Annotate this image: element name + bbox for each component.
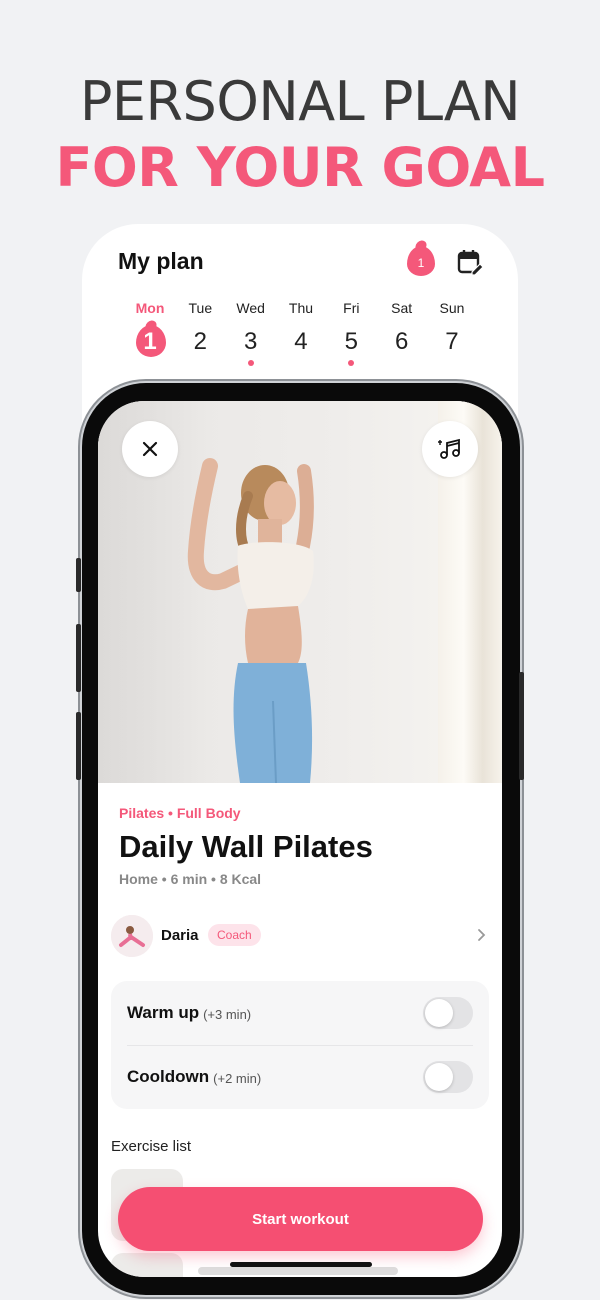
day-name: Thu [288, 300, 314, 316]
headline-line-1: PERSONAL PLAN [79, 70, 521, 133]
day-tue[interactable]: Tue 2 [175, 300, 225, 366]
day-name: Fri [343, 300, 360, 316]
day-date: 7 [445, 328, 459, 355]
workout-title: Daily Wall Pilates [119, 829, 373, 864]
exercise-thumbnail[interactable] [111, 1253, 183, 1277]
day-date-wrap: 2 [175, 326, 225, 358]
phone-side-button [76, 558, 81, 592]
day-name: Sun [439, 300, 465, 316]
day-date-wrap: 6 [377, 326, 427, 358]
cooldown-label: Cooldown [127, 1067, 210, 1086]
day-date: 2 [193, 328, 207, 355]
workout-options: Warm up (+3 min) Cooldown (+2 min) [111, 981, 489, 1109]
cooldown-toggle[interactable] [423, 1061, 473, 1093]
music-icon [438, 438, 460, 459]
day-fri[interactable]: Fri 5 [326, 300, 376, 366]
day-wed[interactable]: Wed 3 [226, 300, 276, 366]
flame-icon[interactable]: 1 [407, 246, 435, 276]
calendar-edit-icon[interactable] [456, 248, 484, 276]
day-thu[interactable]: Thu 4 [276, 300, 326, 366]
day-date-wrap: 7 [427, 326, 477, 358]
day-mon[interactable]: Mon 1 [125, 300, 175, 366]
week-day-selector: Mon 1 Tue 2 Wed 3 Thu 4 Fri 5 Sat 6 Sun 7 [125, 300, 477, 366]
phone-screen: Pilates • Full Body Daily Wall Pilates H… [98, 401, 502, 1277]
day-date: 6 [394, 328, 409, 355]
day-sun[interactable]: Sun 7 [427, 300, 477, 366]
plan-title: My plan [118, 248, 204, 274]
close-icon [142, 441, 158, 457]
day-date-wrap: 4 [276, 326, 326, 358]
day-date-wrap: 5 [326, 326, 376, 358]
coach-badge: Coach [208, 924, 261, 946]
day-sat[interactable]: Sat 6 [377, 300, 427, 366]
day-date: 3 [243, 328, 258, 355]
day-name: Tue [188, 300, 213, 316]
coach-avatar-image [111, 915, 153, 957]
exercise-list-title: Exercise list [111, 1138, 192, 1155]
day-date: 5 [344, 328, 358, 355]
warmup-label: Warm up [127, 1003, 200, 1022]
warmup-toggle[interactable] [423, 997, 473, 1029]
start-workout-button[interactable]: Start workout [118, 1187, 483, 1251]
workout-tags: Pilates • Full Body [119, 805, 241, 821]
phone-side-button [76, 712, 81, 780]
day-date: 1 [143, 328, 157, 355]
streak-count: 1 [417, 256, 425, 270]
headline-line-2: FOR YOUR GOAL [55, 136, 545, 199]
exercise-name-placeholder [198, 1267, 398, 1275]
day-name: Sat [391, 300, 413, 316]
close-button[interactable] [122, 421, 178, 477]
cooldown-extra: (+2 min) [213, 1070, 262, 1086]
workout-dot [247, 360, 254, 366]
music-button[interactable] [422, 421, 478, 477]
coach-row[interactable]: Daria Coach [111, 915, 489, 959]
day-date-wrap: 3 [226, 326, 276, 358]
workout-meta: Home • 6 min • 8 Kcal [119, 871, 262, 887]
chevron-right-icon [478, 929, 486, 941]
warmup-extra: (+3 min) [203, 1006, 252, 1022]
day-name: Wed [236, 300, 265, 316]
day-date-wrap: 1 [125, 326, 175, 358]
home-indicator [230, 1262, 372, 1267]
day-name: Mon [135, 300, 165, 316]
phone-power-button [519, 672, 524, 780]
warmup-row: Warm up (+3 min) [127, 981, 473, 1045]
coach-avatar [111, 915, 153, 957]
cooldown-row: Cooldown (+2 min) [127, 1045, 473, 1109]
workout-dot [348, 360, 355, 366]
phone-side-button [76, 624, 81, 692]
day-date: 4 [294, 328, 308, 355]
coach-name: Daria [161, 927, 199, 944]
